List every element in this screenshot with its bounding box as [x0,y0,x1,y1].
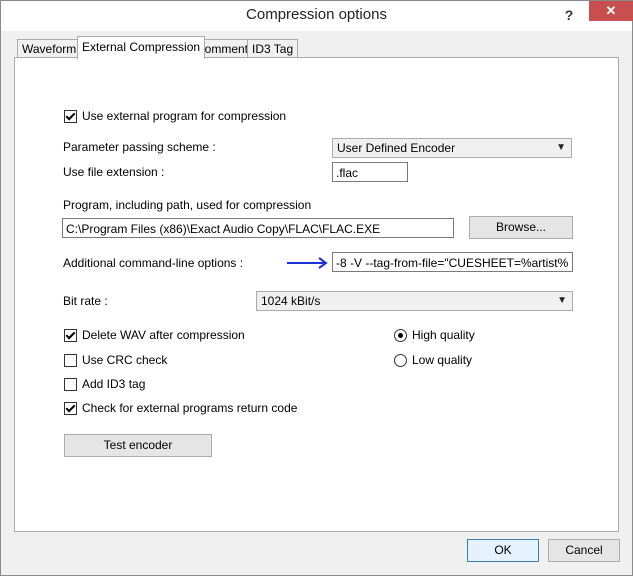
bitrate-value: 1024 kBit/s [261,294,321,308]
file-ext-label: Use file extension : [63,165,165,179]
low-quality-label: Low quality [412,353,473,367]
program-path-label: Program, including path, used for compre… [63,198,312,212]
bitrate-label: Bit rate : [63,294,108,308]
use-external-label: Use external program for compression [82,109,287,123]
add-id3-checkbox[interactable] [64,378,77,391]
program-path-input[interactable]: C:\Program Files (x86)\Exact Audio Copy\… [62,218,454,238]
cmdline-options-input[interactable]: -8 -V --tag-from-file="CUESHEET=%artist%… [332,252,573,272]
return-code-checkbox[interactable] [64,402,77,415]
browse-button[interactable]: Browse... [469,216,573,239]
cmdline-options-label: Additional command-line options : [63,256,244,270]
compression-options-dialog: Compression options ? ✕ Waveform Externa… [0,0,633,576]
title-bar: Compression options ? ✕ [1,1,633,31]
param-scheme-value: User Defined Encoder [337,141,456,155]
high-quality-label: High quality [412,328,475,342]
cancel-button[interactable]: Cancel [548,539,620,562]
add-id3-label: Add ID3 tag [82,377,146,391]
tab-external-compression[interactable]: External Compression [77,36,206,59]
delete-wav-label: Delete WAV after compression [82,328,245,342]
test-encoder-button[interactable]: Test encoder [64,434,212,457]
bitrate-select[interactable]: 1024 kBit/s ▼ [256,291,573,311]
dialog-title: Compression options [246,6,387,23]
ok-button[interactable]: OK [467,539,539,562]
chevron-down-icon: ▼ [556,142,566,153]
crc-check-checkbox[interactable] [64,354,77,367]
tab-id3-tag[interactable]: ID3 Tag [247,39,299,58]
tab-waveform[interactable]: Waveform [17,39,82,58]
param-scheme-select[interactable]: User Defined Encoder ▼ [332,138,572,158]
param-scheme-label: Parameter passing scheme : [63,140,216,154]
low-quality-radio[interactable] [394,354,407,367]
crc-check-label: Use CRC check [82,353,168,367]
close-icon[interactable]: ✕ [589,1,633,21]
return-code-label: Check for external programs return code [82,401,298,415]
chevron-down-icon: ▼ [557,295,567,306]
external-compression-panel: Use external program for compression Par… [14,57,619,532]
file-ext-input[interactable]: .flac [332,162,408,182]
delete-wav-checkbox[interactable] [64,329,77,342]
help-icon[interactable]: ? [561,7,577,23]
high-quality-radio[interactable] [394,329,407,342]
arrow-right-icon [287,257,328,269]
use-external-checkbox[interactable] [64,110,77,123]
